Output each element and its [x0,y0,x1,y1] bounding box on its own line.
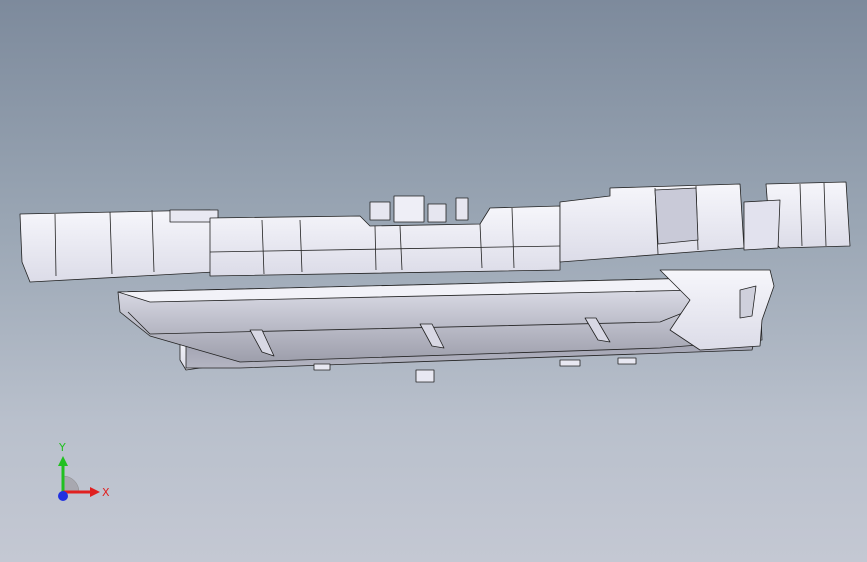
right-clip [743,199,781,251]
x-axis-label: X [102,486,110,499]
top-connector-1 [369,201,391,221]
z-axis-dot [58,491,68,501]
y-axis-label: Y [59,441,66,454]
right-top-box [559,183,745,263]
top-connector-4 [455,197,469,221]
bottom-pin [415,369,435,383]
top-connector-3 [427,203,447,223]
coordinate-triad: Y X [48,440,118,510]
top-connector-2 [393,195,425,223]
graphics-viewport[interactable]: Y X [0,0,867,562]
cad-model-part[interactable] [0,0,867,562]
triad-xy-quadrant [62,475,80,493]
